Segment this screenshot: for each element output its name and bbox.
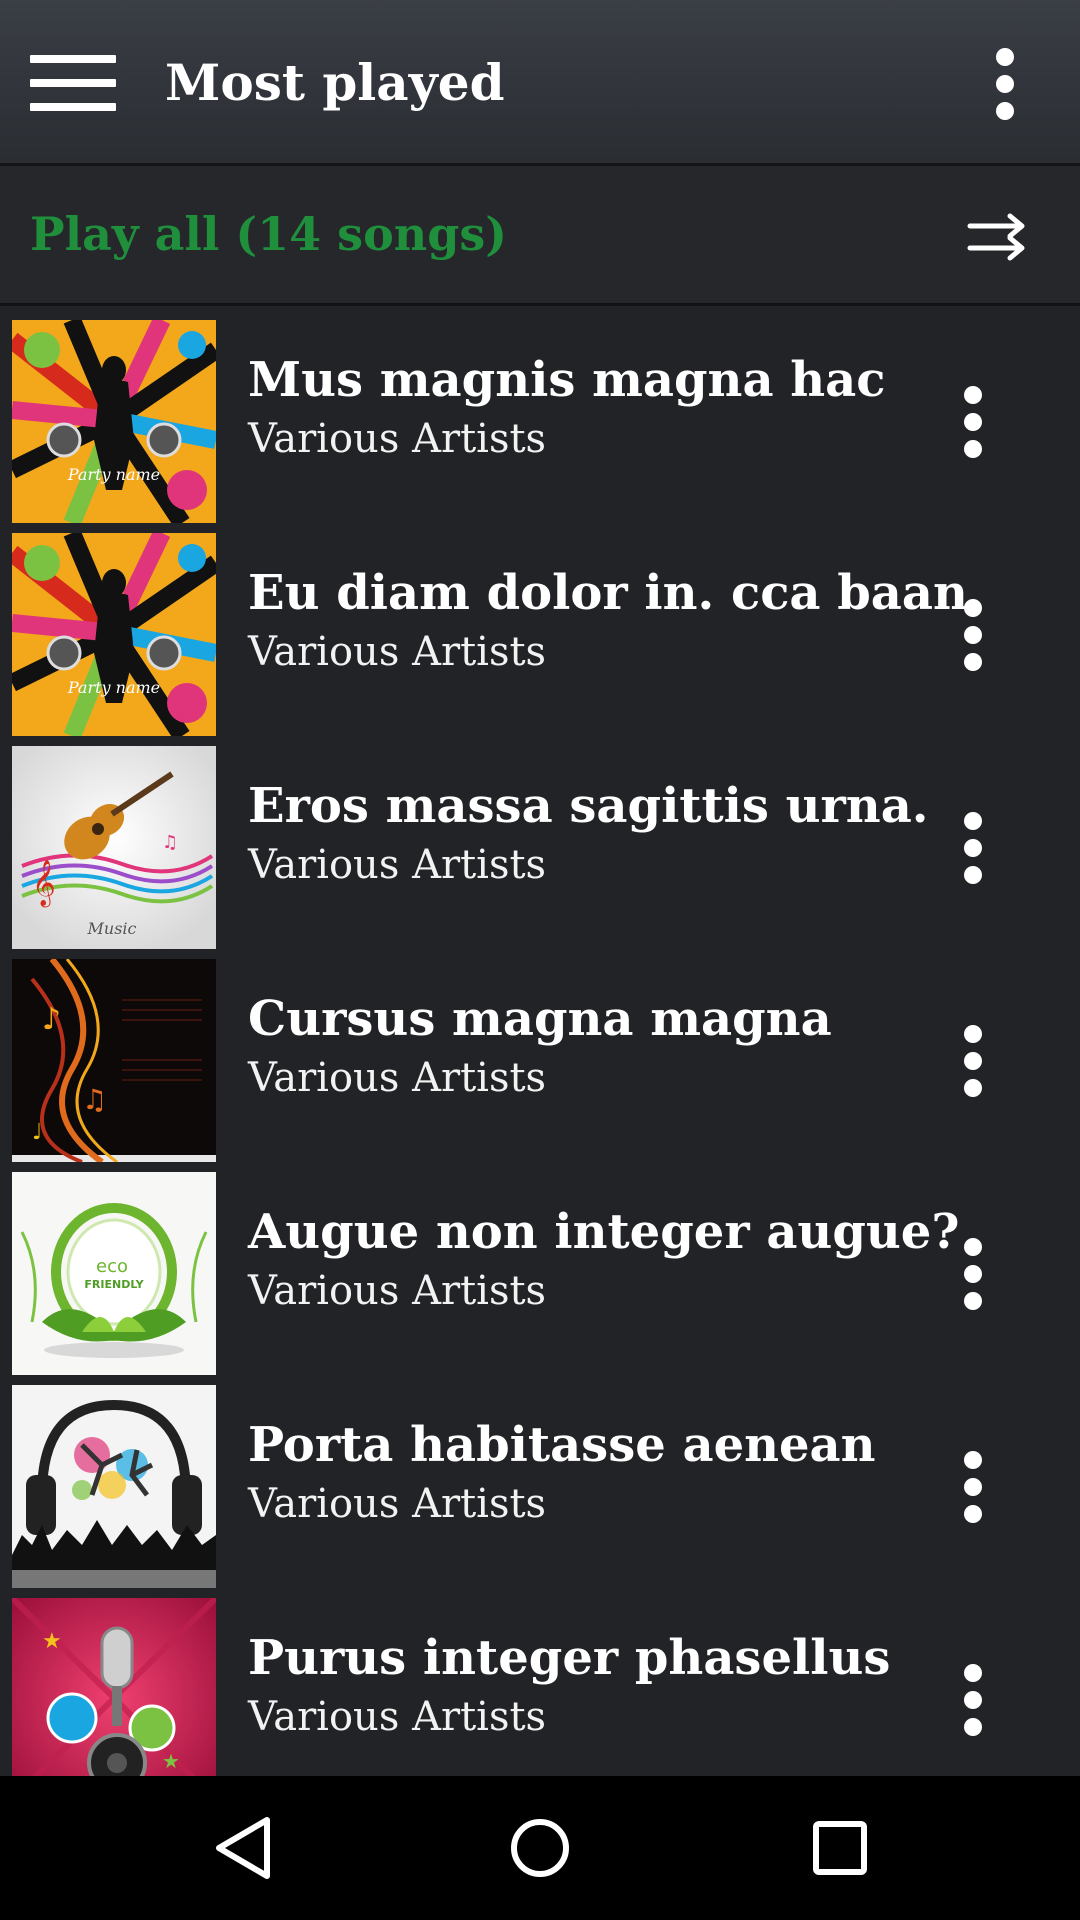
play-all-row[interactable]: Play all (14 songs) xyxy=(0,166,1080,306)
headphones-dancers-cover xyxy=(12,1385,216,1588)
song-list-item[interactable]: Party name Mus magnis magna hac Various … xyxy=(0,306,1080,523)
song-title: Eu diam dolor in. cca baan xyxy=(248,565,968,621)
svg-text:♫: ♫ xyxy=(162,832,178,853)
more-vert-icon[interactable] xyxy=(962,386,984,458)
dot xyxy=(964,1238,982,1256)
dot xyxy=(964,866,982,884)
song-artist: Various Artists xyxy=(248,416,547,462)
svg-text:★: ★ xyxy=(162,1749,180,1773)
svg-text:♪: ♪ xyxy=(42,1002,61,1037)
dot xyxy=(964,1292,982,1310)
home-circle-icon[interactable] xyxy=(504,1812,576,1884)
svg-text:♫: ♫ xyxy=(82,1083,107,1116)
dot xyxy=(964,653,982,671)
dot xyxy=(964,1691,982,1709)
dot xyxy=(964,839,982,857)
more-vert-icon[interactable] xyxy=(962,1664,984,1736)
more-vert-icon[interactable] xyxy=(962,812,984,884)
svg-text:★: ★ xyxy=(42,1629,62,1654)
page-title: Most played xyxy=(165,53,505,112)
song-title: Augue non integer augue? xyxy=(248,1204,960,1260)
song-artist: Various Artists xyxy=(248,1694,547,1740)
dot xyxy=(996,48,1014,66)
dot xyxy=(964,1478,982,1496)
menu-bar xyxy=(30,79,116,87)
dot xyxy=(964,1265,982,1283)
dot xyxy=(964,440,982,458)
more-vert-icon[interactable] xyxy=(962,1451,984,1523)
song-list-item[interactable]: eco FRIENDLY Augue non integer augue? Va… xyxy=(0,1158,1080,1375)
dot xyxy=(996,102,1014,120)
dot xyxy=(964,1505,982,1523)
svg-text:♩: ♩ xyxy=(32,1120,42,1145)
cover-text: Music xyxy=(87,919,137,938)
song-artist: Various Artists xyxy=(248,1055,547,1101)
more-vert-icon[interactable] xyxy=(962,1025,984,1097)
dot xyxy=(964,413,982,431)
app-screen: Most played Play all (14 songs) Party na… xyxy=(0,0,1080,1920)
more-vert-icon[interactable] xyxy=(962,1238,984,1310)
hamburger-menu-icon[interactable] xyxy=(30,55,116,111)
dot xyxy=(964,1664,982,1682)
eco-friendly-cover: eco FRIENDLY xyxy=(12,1172,216,1375)
song-title: Eros massa sagittis urna. xyxy=(248,778,929,834)
cover-text: Party name xyxy=(67,465,160,484)
dot xyxy=(996,75,1014,93)
party-name-cover: Party name xyxy=(12,533,216,736)
song-list-item[interactable]: Porta habitasse aenean Various Artists xyxy=(0,1371,1080,1588)
more-vert-icon[interactable] xyxy=(994,48,1016,120)
party-name-cover: Party name xyxy=(12,320,216,523)
song-title: Porta habitasse aenean xyxy=(248,1417,876,1473)
song-list: Party name Mus magnis magna hac Various … xyxy=(0,306,1080,1776)
menu-bar xyxy=(30,55,116,63)
svg-text:𝄞: 𝄞 xyxy=(32,860,56,908)
system-navigation-bar xyxy=(0,1776,1080,1920)
music-notes-cover: ♪ ♫ ♩ xyxy=(12,959,216,1162)
shuffle-icon[interactable] xyxy=(966,212,1028,262)
back-triangle-icon[interactable] xyxy=(207,1812,279,1884)
dot xyxy=(964,1052,982,1070)
song-list-item[interactable]: ★ ★ Purus integer phasellus Various Arti… xyxy=(0,1584,1080,1776)
song-list-item[interactable]: Party name Eu diam dolor in. cca baan Va… xyxy=(0,519,1080,736)
dot xyxy=(964,1451,982,1469)
toolbar: Most played xyxy=(0,0,1080,166)
song-list-item[interactable]: ♪ ♫ ♩ Cursus magna magna Various Artists xyxy=(0,945,1080,1162)
dot xyxy=(964,812,982,830)
song-title: Mus magnis magna hac xyxy=(248,352,886,408)
dot xyxy=(964,386,982,404)
menu-bar xyxy=(30,103,116,111)
song-artist: Various Artists xyxy=(248,1481,547,1527)
song-artist: Various Artists xyxy=(248,1268,547,1314)
song-list-item[interactable]: 𝄞 ♫ Music Eros massa sagittis urna. Vari… xyxy=(0,732,1080,949)
dot xyxy=(964,1079,982,1097)
recents-square-icon[interactable] xyxy=(804,1812,876,1884)
song-artist: Various Artists xyxy=(248,842,547,888)
dot xyxy=(964,626,982,644)
song-title: Cursus magna magna xyxy=(248,991,832,1047)
cover-text: Party name xyxy=(67,678,160,697)
cover-text: eco xyxy=(96,1256,128,1277)
dot xyxy=(964,1025,982,1043)
dot xyxy=(964,599,982,617)
microphone-cover: ★ ★ xyxy=(12,1598,216,1776)
guitar-music-cover: 𝄞 ♫ Music xyxy=(12,746,216,949)
dot xyxy=(964,1718,982,1736)
play-all-label: Play all (14 songs) xyxy=(30,207,508,261)
more-vert-icon[interactable] xyxy=(962,599,984,671)
song-title: Purus integer phasellus xyxy=(248,1630,891,1686)
song-artist: Various Artists xyxy=(248,629,547,675)
cover-text: FRIENDLY xyxy=(84,1278,144,1291)
